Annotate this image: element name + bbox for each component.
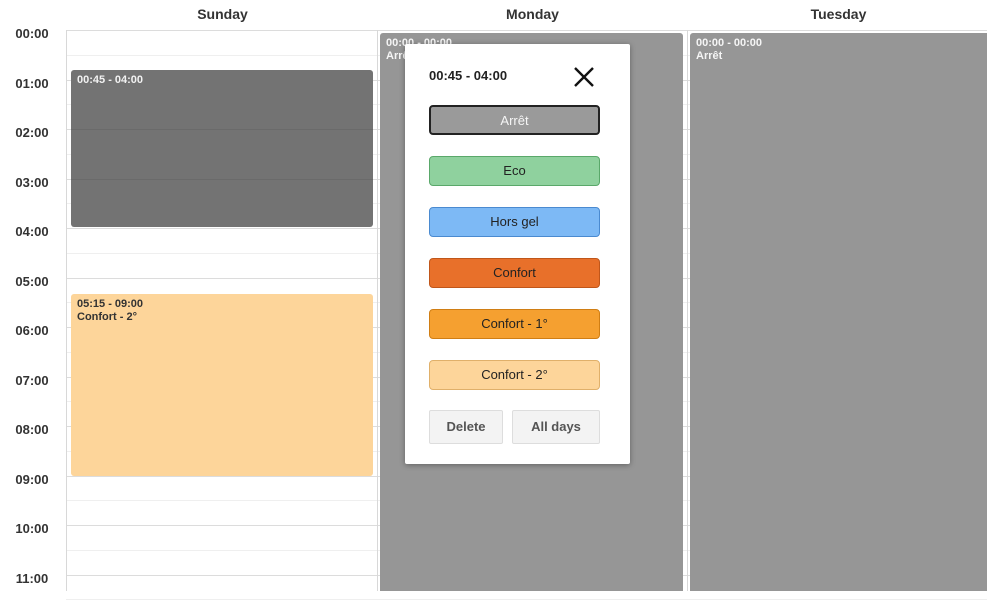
mode-button-eco[interactable]: Eco <box>429 156 600 186</box>
event-mode: Arrêt <box>696 50 723 62</box>
time-label: 03:00 <box>15 175 49 190</box>
delete-button[interactable]: Delete <box>429 410 503 444</box>
time-label: 02:00 <box>15 125 49 140</box>
time-label: 04:00 <box>15 224 49 239</box>
time-label: 08:00 <box>15 422 49 437</box>
time-label: 09:00 <box>15 472 49 487</box>
event-sunday-1[interactable]: 00:45 - 04:00 <box>71 70 373 227</box>
mode-popup: 00:45 - 04:00 Arrêt Eco Hors gel Confort… <box>405 44 630 464</box>
time-label: 05:00 <box>15 274 49 289</box>
day-divider <box>377 30 378 591</box>
all-days-button[interactable]: All days <box>512 410 600 444</box>
day-header-sunday: Sunday <box>197 6 248 22</box>
event-time: 00:00 - 00:00 <box>696 37 763 49</box>
time-label: 10:00 <box>15 521 49 536</box>
mode-button-arret[interactable]: Arrêt <box>429 105 600 135</box>
mode-button-confort-2[interactable]: Confort - 2° <box>429 360 600 390</box>
time-label: 11:00 <box>15 571 49 586</box>
day-header-tuesday: Tuesday <box>810 6 867 22</box>
mode-button-confort-1[interactable]: Confort - 1° <box>429 309 600 339</box>
time-label: 06:00 <box>15 323 49 338</box>
event-time: 05:15 - 09:00 <box>77 298 144 310</box>
time-label: 00:00 <box>15 26 49 41</box>
day-divider <box>687 30 688 591</box>
day-divider <box>66 30 67 591</box>
event-time: 00:45 - 04:00 <box>77 74 144 86</box>
event-tuesday-1[interactable]: 00:00 - 00:00 Arrêt <box>690 33 987 591</box>
hour-line <box>66 30 987 31</box>
day-header-monday: Monday <box>506 6 559 22</box>
mode-button-hors-gel[interactable]: Hors gel <box>429 207 600 237</box>
event-mode: Confort - 2° <box>77 311 138 323</box>
mode-button-confort[interactable]: Confort <box>429 258 600 288</box>
event-sunday-2[interactable]: 05:15 - 09:00 Confort - 2° <box>71 294 373 476</box>
popup-title: 00:45 - 04:00 <box>429 68 508 83</box>
time-label: 01:00 <box>15 76 49 91</box>
close-icon[interactable] <box>571 64 597 90</box>
time-label: 07:00 <box>15 373 49 388</box>
